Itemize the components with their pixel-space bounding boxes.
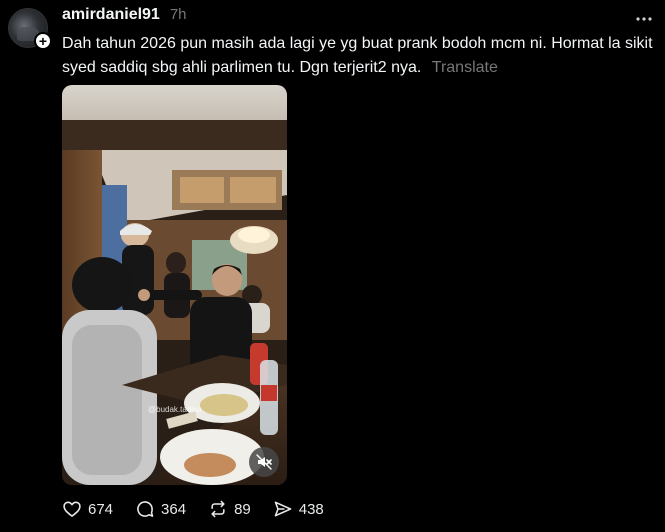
share-count: 438 [298,500,324,518]
avatar-container[interactable]: + [8,8,52,50]
post-caption: Dah tahun 2026 pun masih ada lagi ye yg … [62,32,660,80]
post-video[interactable]: @budak.tadika [62,85,287,485]
share-button[interactable]: 438 [273,499,324,519]
mute-toggle-button[interactable] [249,447,279,477]
username-link[interactable]: amirdaniel91 [62,6,160,24]
more-options-icon[interactable] [635,6,653,27]
heart-icon [63,501,81,517]
video-frame [62,85,287,485]
repost-arrows-icon [211,500,225,518]
video-watermark: @budak.tadika [148,405,202,414]
repost-button[interactable]: 89 [208,499,251,519]
like-count: 674 [88,500,114,518]
post-timestamp[interactable]: 7h [170,6,187,23]
translate-link[interactable]: Translate [432,59,498,76]
caption-text: Dah tahun 2026 pun masih ada lagi ye yg … [62,35,653,76]
repost-count: 89 [234,500,251,518]
reply-count: 364 [161,500,187,518]
comment-bubble-icon [137,501,154,517]
post-header: amirdaniel91 7h [62,6,187,24]
speaker-muted-icon [256,454,272,470]
send-icon [274,501,292,517]
follow-plus-icon[interactable]: + [34,32,52,50]
like-button[interactable]: 674 [62,499,113,519]
reply-button[interactable]: 364 [135,499,186,519]
post-actions: 674 364 89 438 [62,499,346,519]
